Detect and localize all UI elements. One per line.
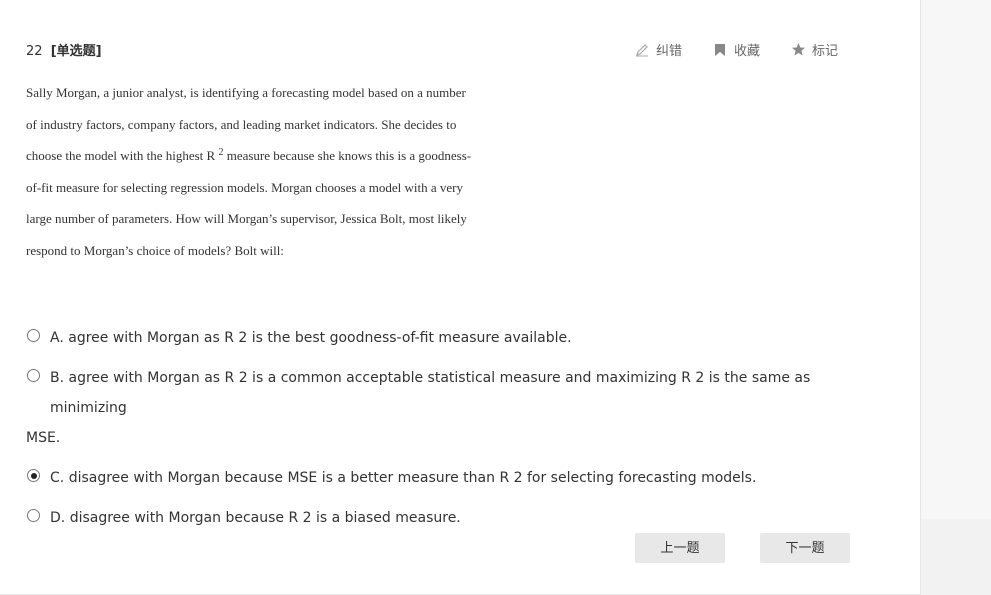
stem-text: choose the model with the highest R <box>26 148 219 163</box>
option-c[interactable]: C. disagree with Morgan because MSE is a… <box>26 463 866 493</box>
stem-line: choose the model with the highest R 2 me… <box>26 140 516 172</box>
option-letter: A. <box>50 330 64 346</box>
option-d[interactable]: D. disagree with Morgan because R 2 is a… <box>26 503 866 533</box>
star-icon <box>790 42 806 58</box>
stem-line: large number of parameters. How will Mor… <box>26 211 467 226</box>
question-stem: Sally Morgan, a junior analyst, is ident… <box>26 77 516 266</box>
bookmark-icon <box>712 42 728 58</box>
answer-options: A. agree with Morgan as R 2 is the best … <box>26 323 866 543</box>
radio-icon[interactable] <box>27 369 40 382</box>
favorite-label: 收藏 <box>734 44 761 59</box>
stem-line: of-fit measure for selecting regression … <box>26 179 463 195</box>
question-header: 22 [单选题] <box>26 40 102 59</box>
stem-text: measure because she knows this is a good… <box>223 148 472 163</box>
pencil-icon <box>634 42 650 58</box>
question-type: [单选题] <box>50 44 102 59</box>
option-text: disagree with Morgan because MSE is a be… <box>68 470 757 486</box>
option-text: agree with Morgan as R 2 is the best goo… <box>68 330 572 346</box>
radio-icon[interactable] <box>27 329 40 342</box>
mark-label: 标记 <box>812 44 839 59</box>
option-text: agree with Morgan as R 2 is a common acc… <box>50 370 811 416</box>
option-text: disagree with Morgan because R 2 is a bi… <box>69 510 461 526</box>
question-number: 22 <box>26 44 43 59</box>
option-text-continued: MSE. <box>26 430 61 446</box>
stem-line: of industry factors, company factors, an… <box>26 116 457 132</box>
option-letter: C. <box>50 470 65 486</box>
favorite-button[interactable]: 收藏 <box>712 40 760 59</box>
stem-line: Sally Morgan, a junior analyst, is ident… <box>26 85 466 100</box>
radio-icon[interactable] <box>27 469 40 482</box>
next-question-button[interactable]: 下一题 <box>760 533 850 563</box>
mark-button[interactable]: 标记 <box>790 40 838 59</box>
option-letter: B. <box>50 370 65 386</box>
stem-line: respond to Morgan’s choice of models? Bo… <box>26 242 284 258</box>
previous-question-button[interactable]: 上一题 <box>635 533 725 563</box>
option-b[interactable]: B. agree with Morgan as R 2 is a common … <box>26 363 866 453</box>
question-toolbar: 纠错 收藏 标记 <box>634 40 838 59</box>
option-letter: D. <box>50 510 66 526</box>
report-error-button[interactable]: 纠错 <box>634 40 682 59</box>
report-error-label: 纠错 <box>656 44 683 59</box>
side-panel <box>921 0 991 519</box>
option-a[interactable]: A. agree with Morgan as R 2 is the best … <box>26 323 866 353</box>
question-card: 22 [单选题] 纠错 收藏 标记 Sally Morgan, a junior… <box>0 0 921 595</box>
radio-icon[interactable] <box>27 509 40 522</box>
